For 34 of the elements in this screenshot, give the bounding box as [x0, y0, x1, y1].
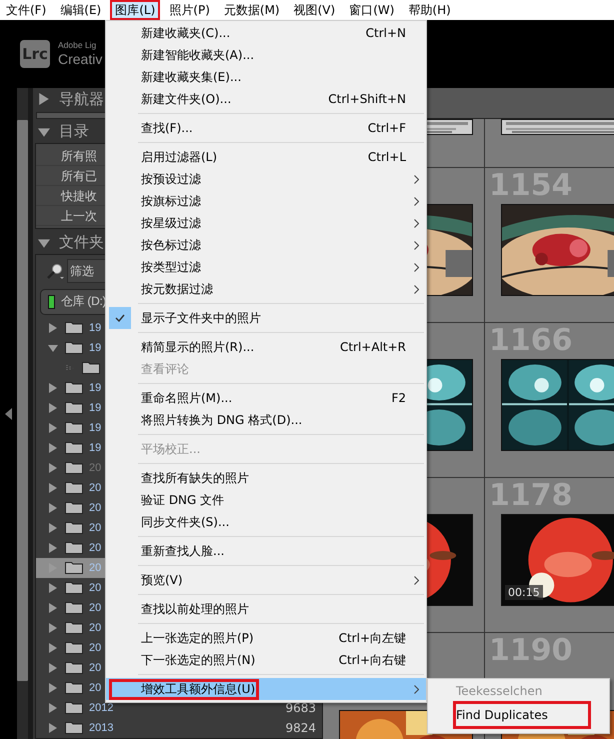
folder-name: 19 [89, 342, 102, 354]
shortcut-label: Ctrl+Alt+R [340, 340, 406, 354]
shortcut-label: Ctrl+向右键 [338, 652, 406, 668]
folder-name: 20 [89, 602, 102, 614]
shortcut-label: F2 [391, 391, 406, 405]
folder-name: 19 [89, 322, 102, 334]
folder-name: 20 [89, 462, 102, 474]
folder-name: 20 [89, 522, 102, 534]
folder-name: 20 [89, 642, 102, 654]
shortcut-label: Ctrl+F [368, 121, 406, 135]
folder-name: 2013 [89, 722, 114, 734]
shortcut-label: Ctrl+N [366, 26, 406, 40]
folder-name: 20 [89, 482, 102, 494]
shortcut-label: Ctrl+L [368, 150, 406, 164]
folder-name: 19 [89, 382, 102, 394]
folder-name: 19 [89, 422, 102, 434]
folder-name: 20 [89, 542, 102, 554]
photo-count: 9824 [285, 720, 316, 735]
photo-count: 9683 [285, 700, 316, 715]
folder-name: 19 [89, 402, 102, 414]
product-name: Adobe Lig [58, 40, 98, 50]
shortcut-label: Ctrl+向左键 [338, 630, 406, 646]
folder-name: 2012 [89, 702, 114, 714]
folder-name: 20 [89, 682, 102, 694]
video-duration: 00:15 [505, 585, 543, 600]
folder-name: 20 [89, 622, 102, 634]
folder-name: 20 [89, 562, 102, 574]
folder-name: 19 [89, 442, 102, 454]
shortcut-label: Ctrl+Shift+N [328, 92, 406, 106]
folder-name: 20 [89, 662, 102, 674]
folder-name: 20 [89, 502, 102, 514]
product-subtitle: Creativ [58, 50, 102, 68]
app-logo: Lrc [20, 40, 50, 68]
folder-name: 20 [89, 582, 102, 594]
